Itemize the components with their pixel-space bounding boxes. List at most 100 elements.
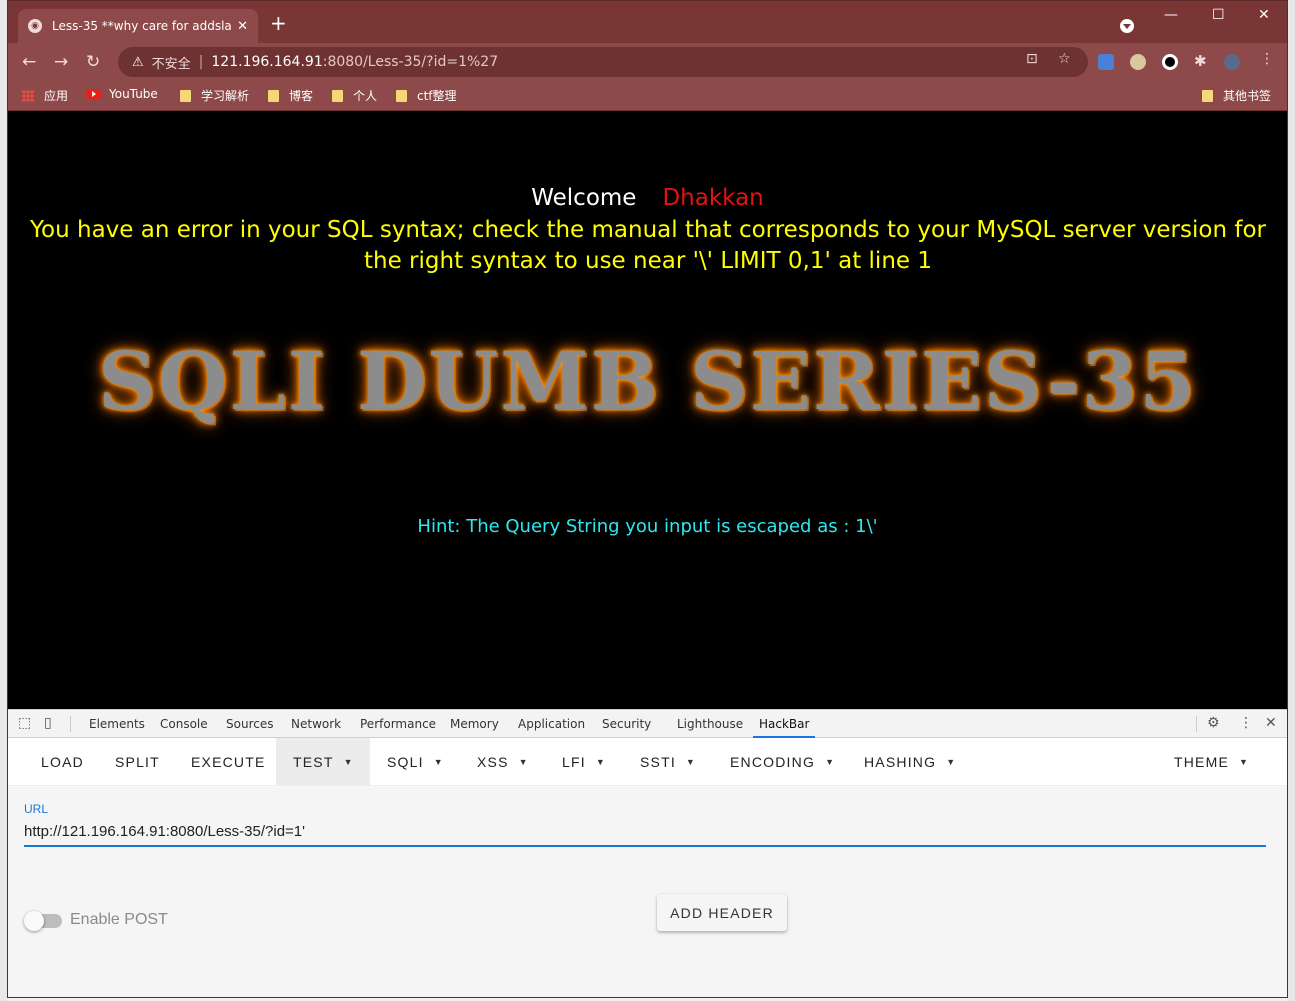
- theme-menu[interactable]: THEME ▼: [1174, 738, 1249, 786]
- page-content: Welcome Dhakkan You have an error in your…: [8, 112, 1287, 709]
- divider: [1196, 716, 1197, 732]
- divider: [70, 716, 71, 732]
- bookmark-folder[interactable]: 博客: [268, 87, 313, 104]
- hackbar-menu: LOAD SPLIT EXECUTE TEST ▼ SQLI ▼ XSS ▼ LFI ▼…: [8, 738, 1287, 786]
- tab-title: Less-35 **why care for addslas: [52, 19, 232, 33]
- ssti-menu[interactable]: SSTI ▼: [640, 738, 696, 786]
- google-translate-extension-icon[interactable]: [1098, 54, 1114, 70]
- tab-network[interactable]: Network: [291, 717, 341, 731]
- youtube-icon: [86, 89, 101, 99]
- new-tab-button[interactable]: +: [270, 13, 287, 33]
- bookmark-folder[interactable]: ctf整理: [396, 87, 457, 104]
- caret-down-icon: ▼: [1239, 757, 1250, 767]
- caret-down-icon: ▼: [946, 757, 957, 767]
- device-toggle-icon[interactable]: ▯: [44, 715, 52, 731]
- menu-label: ENCODING: [730, 754, 816, 770]
- address-bar[interactable]: ⚠ 不安全 | 121.196.164.91 :8080/Less-35/?id…: [118, 47, 1088, 77]
- hashing-menu[interactable]: HASHING ▼: [864, 738, 956, 786]
- reload-icon[interactable]: ↻: [86, 52, 100, 72]
- devtools-more-icon[interactable]: ⋮: [1239, 715, 1253, 731]
- title-bar: ◉ Less-35 **why care for addslas ✕ + — ☐…: [8, 1, 1287, 43]
- inspect-element-icon[interactable]: ⬚: [18, 715, 31, 731]
- other-bookmarks[interactable]: 其他书签: [1202, 87, 1271, 104]
- hint-text: Hint: The Query String you input is esca…: [417, 516, 878, 537]
- folder-icon: [1202, 89, 1213, 102]
- url-input[interactable]: [24, 817, 1266, 847]
- tab-lighthouse[interactable]: Lighthouse: [677, 717, 743, 731]
- more-menu-icon[interactable]: ⋮: [1260, 51, 1274, 67]
- tab-security[interactable]: Security: [602, 717, 651, 731]
- address-separator: |: [198, 54, 204, 70]
- folder-icon: [268, 89, 279, 102]
- enable-post-label: Enable POST: [70, 911, 168, 928]
- user-name: Dhakkan: [662, 185, 764, 211]
- bookmark-label: 个人: [353, 89, 378, 103]
- folder-icon: [332, 89, 343, 102]
- extensions-puzzle-icon[interactable]: ✱: [1194, 52, 1207, 70]
- tab-memory[interactable]: Memory: [450, 717, 499, 731]
- tab-hackbar[interactable]: HackBar: [752, 717, 816, 738]
- lfi-menu[interactable]: LFI ▼: [562, 738, 606, 786]
- enable-post-toggle[interactable]: [24, 911, 62, 931]
- execute-button[interactable]: EXECUTE: [191, 738, 266, 786]
- menu-label: SPLIT: [115, 754, 160, 770]
- browser-tab[interactable]: ◉ Less-35 **why care for addslas ✕: [18, 9, 258, 43]
- tab-application[interactable]: Application: [518, 717, 585, 731]
- bookmark-label: ctf整理: [417, 89, 457, 103]
- encoding-menu[interactable]: ENCODING ▼: [730, 738, 835, 786]
- bookmark-youtube[interactable]: YouTube: [86, 87, 158, 101]
- browser-window: ◉ Less-35 **why care for addslas ✕ + — ☐…: [7, 0, 1288, 998]
- tab-sources[interactable]: Sources: [226, 717, 273, 731]
- load-button[interactable]: LOAD: [41, 738, 84, 786]
- caret-down-icon: ▼: [685, 757, 697, 767]
- maximize-icon[interactable]: ☐: [1212, 7, 1225, 23]
- tab-search-icon[interactable]: [1120, 19, 1134, 33]
- toggle-knob: [24, 911, 44, 931]
- bookmark-label: 学习解析: [201, 89, 250, 103]
- tab-close-icon[interactable]: ✕: [237, 19, 248, 34]
- welcome-text: Welcome: [531, 185, 637, 211]
- split-button[interactable]: SPLIT: [115, 738, 160, 786]
- bookmark-label: YouTube: [109, 87, 158, 101]
- profile-avatar[interactable]: [1224, 54, 1240, 70]
- bookmark-apps[interactable]: 应用: [22, 87, 68, 104]
- menu-label: SQLI: [387, 754, 424, 770]
- owl-extension-icon[interactable]: [1130, 54, 1146, 70]
- bookmark-folder[interactable]: 学习解析: [180, 87, 249, 104]
- back-icon[interactable]: ←: [22, 52, 36, 72]
- caret-down-icon: ▼: [343, 757, 354, 767]
- other-bookmarks-label: 其他书签: [1223, 89, 1272, 103]
- translate-icon[interactable]: ⊡: [1026, 51, 1038, 67]
- caret-down-icon: ▼: [595, 757, 606, 767]
- desktop-right-edge: [1287, 0, 1295, 1001]
- folder-icon: [180, 89, 191, 102]
- menu-label: SSTI: [640, 754, 676, 770]
- warning-icon: ⚠: [132, 54, 144, 70]
- url-label: URL: [24, 802, 49, 816]
- test-menu[interactable]: TEST ▼: [276, 738, 370, 786]
- menu-label: XSS: [477, 754, 509, 770]
- devtools-close-icon[interactable]: ✕: [1265, 715, 1277, 731]
- bookmark-folder[interactable]: 个人: [332, 87, 377, 104]
- caret-down-icon: ▼: [518, 757, 529, 767]
- minimize-icon[interactable]: —: [1164, 7, 1178, 23]
- bookmark-label: 博客: [289, 89, 314, 103]
- bookmarks-bar: 应用 YouTube 学习解析 博客 个人 ctf整理 其他书签: [8, 81, 1287, 111]
- menu-label: TEST: [293, 754, 334, 770]
- globe-icon: ◉: [28, 19, 42, 33]
- browser-toolbar: ← → ↻ ⚠ 不安全 | 121.196.164.91 :8080/Less-…: [8, 43, 1287, 81]
- tab-performance[interactable]: Performance: [360, 717, 436, 731]
- tab-console[interactable]: Console: [160, 717, 208, 731]
- close-window-icon[interactable]: ✕: [1258, 7, 1270, 23]
- bookmark-star-icon[interactable]: ☆: [1058, 51, 1071, 67]
- tab-elements[interactable]: Elements: [89, 717, 145, 731]
- add-header-button[interactable]: ADD HEADER: [657, 894, 787, 931]
- xss-menu[interactable]: XSS ▼: [477, 738, 529, 786]
- folder-icon: [396, 89, 407, 102]
- forward-icon[interactable]: →: [54, 52, 68, 72]
- circle-extension-icon[interactable]: [1162, 54, 1178, 70]
- devtools-panel: ⬚ ▯ Elements Console Sources Network Per…: [8, 709, 1287, 997]
- settings-gear-icon[interactable]: ⚙: [1207, 715, 1220, 731]
- sqli-menu[interactable]: SQLI ▼: [387, 738, 444, 786]
- apps-grid-icon: [22, 89, 34, 102]
